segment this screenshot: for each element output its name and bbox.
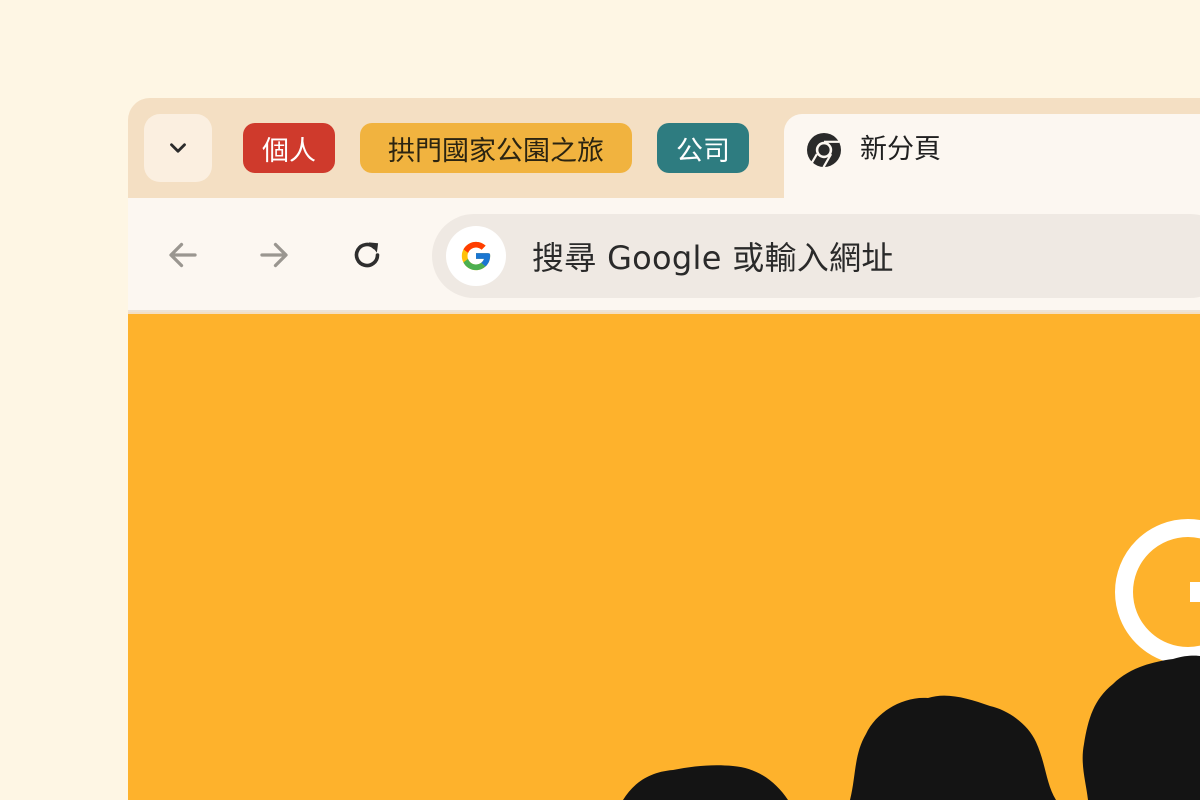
chrome-icon xyxy=(807,133,841,168)
toolbar: 搜尋 Google 或輸入網址 xyxy=(128,198,1200,312)
arrow-left-icon xyxy=(169,242,197,268)
new-tab-page xyxy=(128,314,1200,800)
google-g-icon xyxy=(461,241,491,271)
omnibox-placeholder: 搜尋 Google 或輸入網址 xyxy=(532,239,894,277)
google-doodle-icon[interactable] xyxy=(128,314,1200,800)
tab-group-work[interactable]: 公司 xyxy=(657,123,749,173)
chevron-down-icon xyxy=(170,143,186,153)
google-badge xyxy=(446,226,506,286)
tab-group-label: 個人 xyxy=(262,135,316,167)
browser-window: 個人 拱門國家公園之旅 公司 新分頁 搜尋 Google 或輸入網址 xyxy=(128,98,1200,800)
omnibox[interactable]: 搜尋 Google 或輸入網址 xyxy=(432,214,1200,298)
tab-group-personal[interactable]: 個人 xyxy=(243,123,335,173)
reload-button[interactable] xyxy=(344,232,390,278)
arrow-right-icon xyxy=(260,242,288,268)
tab-search-button[interactable] xyxy=(144,114,212,182)
back-button[interactable] xyxy=(160,232,206,278)
tab-group-label: 拱門國家公園之旅 xyxy=(388,135,604,167)
reload-icon xyxy=(354,242,380,268)
tab-group-label: 公司 xyxy=(676,135,730,167)
tab-title: 新分頁 xyxy=(860,134,941,165)
forward-button[interactable] xyxy=(251,232,297,278)
tab-group-arches-trip[interactable]: 拱門國家公園之旅 xyxy=(360,123,632,173)
